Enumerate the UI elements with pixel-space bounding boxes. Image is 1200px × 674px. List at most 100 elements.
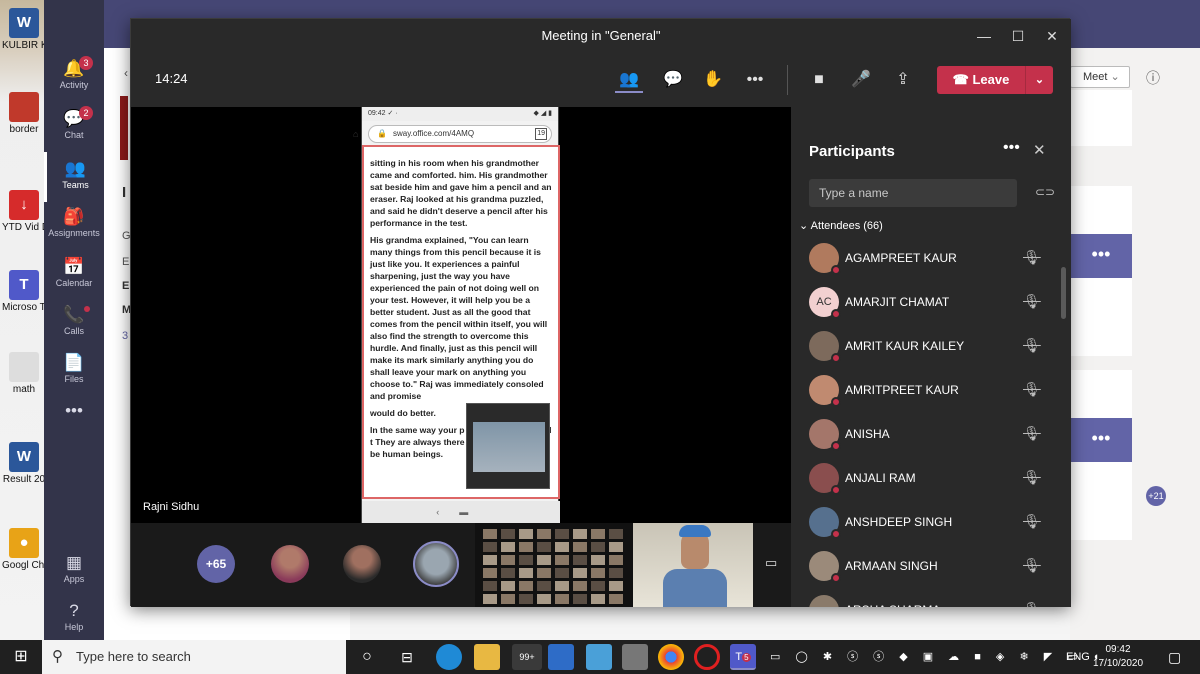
pip-person bbox=[473, 422, 545, 472]
more-options-button[interactable]: ••• bbox=[1070, 418, 1132, 462]
minimize-icon[interactable]: — bbox=[967, 19, 1001, 53]
post-card bbox=[1070, 90, 1132, 146]
opera-icon[interactable] bbox=[694, 644, 720, 670]
avatar bbox=[809, 419, 841, 451]
scrollbar[interactable] bbox=[1061, 267, 1066, 319]
participant-search-input[interactable] bbox=[809, 179, 1017, 207]
search-icon: ⚲ bbox=[52, 648, 63, 665]
show-participants-icon[interactable]: 👥 bbox=[615, 67, 643, 93]
mic-muted-icon[interactable]: 🎙 bbox=[1023, 425, 1041, 442]
overflow-participants-button[interactable]: +65 bbox=[197, 545, 235, 583]
file-icon: 📄 bbox=[63, 353, 85, 372]
participant-avatar[interactable] bbox=[343, 545, 381, 583]
desktop-shortcut[interactable]: math bbox=[2, 352, 46, 396]
info-icon[interactable]: ⓘ bbox=[1146, 68, 1160, 88]
more-options-icon[interactable]: ••• bbox=[1003, 139, 1020, 157]
widgets-icon[interactable]: ⊟ bbox=[394, 644, 420, 670]
mic-muted-icon[interactable]: 🎙 bbox=[1023, 601, 1041, 607]
desktop-shortcut[interactable]: ↓ YTD Vid Downlo bbox=[2, 190, 46, 234]
bg-letter: I bbox=[122, 184, 127, 201]
desktop-shortcut[interactable]: border bbox=[2, 92, 46, 136]
participant-row[interactable]: ARSHA SHARMA 🎙 bbox=[791, 589, 1071, 607]
desktop-shortcut[interactable]: W Result 20 bbox=[2, 442, 46, 486]
download-app-icon: ↓ bbox=[9, 190, 39, 220]
participant-row[interactable]: ANJALI RAM 🎙 bbox=[791, 457, 1071, 501]
shared-phone-screen: 09:42 ✓ · ◆ ◢ ▮ ⌂ 🔒 sway.office.com/4AMQ… bbox=[353, 107, 560, 523]
desktop-shortcut[interactable]: W KULBIR K RESUM bbox=[2, 8, 46, 52]
gallery-video-tile bbox=[591, 542, 605, 552]
share-invite-icon[interactable]: ⊂⊃ bbox=[1035, 185, 1055, 199]
participant-row[interactable]: AMRIT KAUR KAILEY 🎙 bbox=[791, 325, 1071, 369]
gallery-video-tile bbox=[555, 529, 569, 539]
participant-avatar[interactable] bbox=[271, 545, 309, 583]
desktop-shortcut-label: Microso Team bbox=[2, 302, 46, 313]
media-player-icon[interactable] bbox=[548, 644, 574, 670]
language-indicator[interactable]: ENG bbox=[1066, 640, 1090, 674]
rail-item-calls[interactable]: 📞 Calls bbox=[44, 298, 104, 348]
close-icon[interactable]: ✕ bbox=[1035, 19, 1069, 53]
participant-row[interactable]: ANISHA 🎙 bbox=[791, 413, 1071, 457]
mail-icon[interactable]: 99+ bbox=[512, 644, 542, 670]
file-explorer-icon[interactable] bbox=[474, 644, 500, 670]
share-screen-icon[interactable]: ⇪ bbox=[889, 67, 917, 93]
mic-muted-icon[interactable]: 🎙 bbox=[1023, 249, 1041, 266]
rail-item-chat[interactable]: 💬 Chat 2 bbox=[44, 102, 104, 152]
taskbar-search-box[interactable]: ⚲ Type here to search bbox=[42, 640, 346, 674]
participant-row[interactable]: AGAMPREET KAUR 🎙 bbox=[791, 237, 1071, 281]
gallery-video-tile bbox=[519, 542, 533, 552]
more-options-button[interactable]: ••• bbox=[1070, 234, 1132, 278]
camera-icon[interactable]: ■ bbox=[805, 67, 833, 93]
participant-row[interactable]: ANSHDEEP SINGH 🎙 bbox=[791, 501, 1071, 545]
mic-muted-icon[interactable]: 🎙 bbox=[1023, 513, 1041, 530]
meet-button[interactable]: Meet ⌄ bbox=[1070, 66, 1130, 88]
back-chevron-icon[interactable]: ‹ bbox=[124, 66, 128, 80]
gallery-video-tile bbox=[573, 542, 587, 552]
screen-share-indicator-icon[interactable]: ▭ bbox=[765, 555, 777, 571]
rail-item-apps[interactable]: ▦ Apps bbox=[44, 546, 104, 596]
gallery-video-tile bbox=[555, 555, 569, 565]
raise-hand-icon[interactable]: ✋ bbox=[699, 67, 727, 93]
participant-row[interactable]: ARMAAN SINGH 🎙 bbox=[791, 545, 1071, 589]
mic-muted-icon[interactable]: 🎙 bbox=[1023, 557, 1041, 574]
mic-muted-icon[interactable]: 🎙 bbox=[1023, 337, 1041, 354]
mic-muted-icon[interactable]: 🎙 bbox=[1023, 293, 1041, 310]
more-actions-icon[interactable]: ••• bbox=[741, 67, 769, 93]
edge-browser-icon[interactable] bbox=[436, 644, 462, 670]
system-tray-icons[interactable]: ▭ ◯ ✱ ⓢ ⓢ ◆ ▣ ☁ ■ ◈ ❄ ◤ ▭ ◖ bbox=[770, 640, 1105, 674]
notifications-icon[interactable]: ▢ bbox=[1168, 640, 1181, 674]
rail-item-label: Activity bbox=[59, 80, 89, 90]
rail-item-more[interactable]: ••• bbox=[44, 394, 104, 444]
rail-item-files[interactable]: 📄 Files bbox=[44, 346, 104, 396]
status-badge bbox=[831, 485, 841, 495]
maximize-icon[interactable]: ☐ bbox=[1001, 19, 1035, 53]
taskbar-clock[interactable]: 09:42 17/10/2020 bbox=[1088, 643, 1148, 671]
mic-muted-icon[interactable]: 🎙 bbox=[1023, 469, 1041, 486]
active-speaker-avatar[interactable] bbox=[413, 541, 459, 587]
gallery-video-tile bbox=[591, 555, 605, 565]
windows-start-icon[interactable]: ⊞ bbox=[0, 640, 42, 674]
speaker-name-label: Rajni Sidhu bbox=[143, 501, 200, 513]
rail-item-activity[interactable]: 🔔 Activity 3 bbox=[44, 52, 104, 102]
rail-item-assignments[interactable]: 🎒 Assignments bbox=[44, 200, 104, 250]
chevron-down-icon[interactable]: ⌄ bbox=[1025, 66, 1053, 94]
teams-app-bar: 🔔 Activity 3 💬 Chat 2 👥 Teams 🎒 Assignments 📅 Calen… bbox=[44, 0, 104, 640]
show-conversation-icon[interactable]: 💬 bbox=[659, 67, 687, 93]
store-icon[interactable] bbox=[586, 644, 612, 670]
teams-taskbar-icon[interactable]: T5 bbox=[730, 644, 756, 670]
participant-row[interactable]: AMRITPREET KAUR 🎙 bbox=[791, 369, 1071, 413]
rail-item-teams[interactable]: 👥 Teams bbox=[44, 152, 104, 202]
attendees-header[interactable]: ⌄ Attendees (66) bbox=[799, 219, 883, 232]
rail-item-help[interactable]: ? Help bbox=[44, 594, 104, 644]
laptop-app-icon[interactable] bbox=[622, 644, 648, 670]
leave-button[interactable]: ☎ Leave ⌄ bbox=[937, 66, 1053, 94]
task-view-icon[interactable]: ○ bbox=[354, 644, 380, 670]
desktop-shortcut[interactable]: ● Googl Chrom bbox=[2, 528, 46, 572]
rail-item-calendar[interactable]: 📅 Calendar bbox=[44, 250, 104, 300]
chrome-icon[interactable] bbox=[658, 644, 684, 670]
close-panel-icon[interactable]: ✕ bbox=[1033, 141, 1046, 159]
participant-row[interactable]: AC AMARJIT CHAMAT 🎙 bbox=[791, 281, 1071, 325]
desktop-shortcut[interactable]: T Microso Team bbox=[2, 270, 46, 314]
mic-muted-icon[interactable]: 🎙 bbox=[1023, 381, 1041, 398]
participant-name: ANJALI RAM bbox=[845, 471, 916, 485]
microphone-icon[interactable]: 🎤 bbox=[847, 67, 875, 93]
